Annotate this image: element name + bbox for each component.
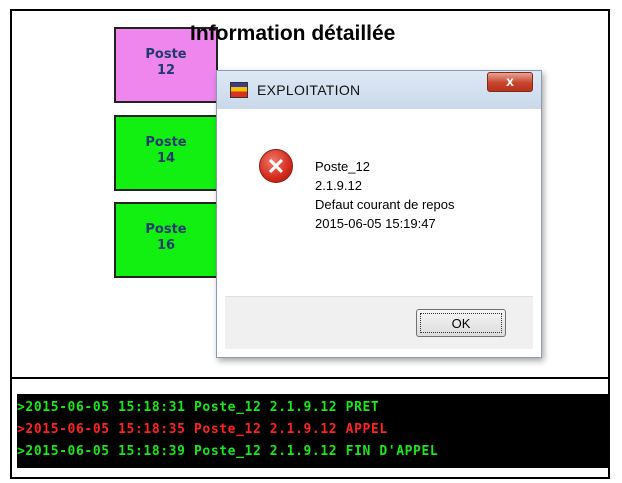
log-line: >2015-06-05 15:18:35 Poste_12 2.1.9.12 A… xyxy=(17,422,388,437)
dialog-footer: OK xyxy=(225,296,533,349)
poste-label: Poste xyxy=(145,135,187,150)
event-log: >2015-06-05 15:18:31 Poste_12 2.1.9.12 P… xyxy=(17,394,609,468)
error-icon: ✕ xyxy=(259,149,293,183)
log-line: >2015-06-05 15:18:31 Poste_12 2.1.9.12 P… xyxy=(17,400,380,415)
panel-title: Information détaillée xyxy=(190,22,396,45)
poste-label: Poste xyxy=(145,47,187,62)
message-poste: Poste_12 xyxy=(315,159,370,174)
poste-16-tile[interactable]: Poste 16 xyxy=(114,202,218,278)
divider xyxy=(10,377,610,379)
log-line: >2015-06-05 15:18:39 Poste_12 2.1.9.12 F… xyxy=(17,444,439,459)
app-icon xyxy=(230,82,248,98)
poste-number: 12 xyxy=(156,63,176,78)
dialog-titlebar[interactable]: EXPLOITATION x xyxy=(217,71,541,109)
poste-number: 16 xyxy=(156,238,176,253)
message-fault: Defaut courant de repos xyxy=(315,197,455,212)
message-timestamp: 2015-06-05 15:19:47 xyxy=(315,216,436,231)
poste-14-tile[interactable]: Poste 14 xyxy=(114,115,218,191)
dialog-body: ✕ Poste_12 2.1.9.12 Defaut courant de re… xyxy=(225,111,533,297)
poste-number: 14 xyxy=(156,151,176,166)
ok-button[interactable]: OK xyxy=(416,309,506,337)
close-button[interactable]: x xyxy=(487,72,533,92)
dialog-title: EXPLOITATION xyxy=(257,82,361,98)
poste-label: Poste xyxy=(145,222,187,237)
message-address: 2.1.9.12 xyxy=(315,178,362,193)
exploitation-dialog: EXPLOITATION x ✕ Poste_12 2.1.9.12 Defau… xyxy=(216,70,542,358)
